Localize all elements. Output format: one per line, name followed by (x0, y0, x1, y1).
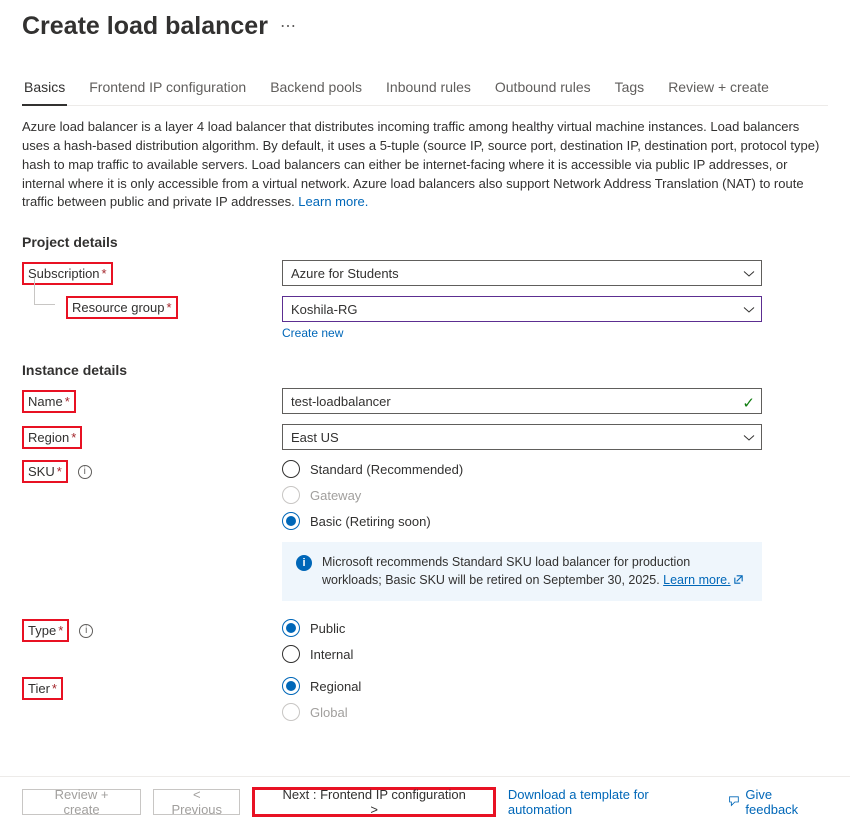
subscription-value: Azure for Students (291, 266, 399, 281)
sku-option-basic[interactable]: Basic (Retiring soon) (282, 512, 762, 530)
radio-icon (282, 512, 300, 530)
name-value: test-loadbalancer (291, 394, 391, 409)
region-select[interactable]: East US (282, 424, 762, 450)
info-icon[interactable]: i (78, 465, 92, 479)
chevron-down-icon (743, 432, 755, 447)
review-create-button[interactable]: Review + create (22, 789, 141, 815)
more-icon[interactable]: ⋯ (280, 16, 297, 42)
info-icon[interactable]: i (79, 624, 93, 638)
type-radio-group: Public Internal (282, 619, 762, 663)
sku-info-panel: i Microsoft recommends Standard SKU load… (282, 542, 762, 601)
label-name-text: Name (28, 394, 63, 409)
resource-group-select[interactable]: Koshila-RG (282, 296, 762, 322)
give-feedback-link[interactable]: Give feedback (727, 787, 828, 817)
label-resource-group: Resource group* (66, 296, 178, 319)
label-region-text: Region (28, 430, 69, 445)
tab-backend-pools[interactable]: Backend pools (268, 73, 364, 105)
region-value: East US (291, 430, 339, 445)
type-option-internal-label: Internal (310, 647, 353, 662)
sku-radio-group: Standard (Recommended) Gateway Basic (Re… (282, 460, 762, 530)
label-resource-group-text: Resource group (72, 300, 165, 315)
radio-icon (282, 619, 300, 637)
download-template-link[interactable]: Download a template for automation (508, 787, 716, 817)
sku-option-standard[interactable]: Standard (Recommended) (282, 460, 762, 478)
tier-option-regional-label: Regional (310, 679, 361, 694)
sku-info-learn-more-link[interactable]: Learn more. (663, 573, 743, 587)
label-sku-text: SKU (28, 464, 55, 479)
external-link-icon (733, 574, 744, 585)
wizard-footer: Review + create < Previous Next : Fronte… (0, 776, 850, 829)
label-type-text: Type (28, 623, 56, 638)
tier-radio-group: Regional Global (282, 677, 762, 721)
tab-basics[interactable]: Basics (22, 73, 67, 105)
previous-button[interactable]: < Previous (153, 789, 240, 815)
tab-review-create[interactable]: Review + create (666, 73, 771, 105)
radio-icon (282, 677, 300, 695)
next-button[interactable]: Next : Frontend IP configuration > (252, 787, 495, 817)
check-icon: ✓ (742, 394, 755, 412)
name-input[interactable]: test-loadbalancer ✓ (282, 388, 762, 414)
tab-outbound-rules[interactable]: Outbound rules (493, 73, 593, 105)
label-sku: SKU* (22, 460, 68, 483)
label-region: Region* (22, 426, 82, 449)
sku-option-gateway: Gateway (282, 486, 762, 504)
label-name: Name* (22, 390, 76, 413)
sku-option-gateway-label: Gateway (310, 488, 361, 503)
intro-learn-more-link[interactable]: Learn more. (298, 194, 368, 209)
type-option-internal[interactable]: Internal (282, 645, 762, 663)
type-option-public-label: Public (310, 621, 345, 636)
chevron-down-icon (743, 268, 755, 283)
tier-option-global: Global (282, 703, 762, 721)
radio-icon (282, 703, 300, 721)
create-new-rg-link[interactable]: Create new (282, 326, 343, 340)
tab-inbound-rules[interactable]: Inbound rules (384, 73, 473, 105)
type-option-public[interactable]: Public (282, 619, 762, 637)
sku-option-standard-label: Standard (Recommended) (310, 462, 463, 477)
feedback-icon (727, 795, 741, 809)
intro-text: Azure load balancer is a layer 4 load ba… (22, 118, 828, 212)
sku-info-text: Microsoft recommends Standard SKU load b… (322, 555, 690, 587)
chevron-down-icon (743, 304, 755, 319)
radio-icon (282, 645, 300, 663)
tab-tags[interactable]: Tags (613, 73, 647, 105)
radio-icon (282, 486, 300, 504)
label-tier-text: Tier (28, 681, 50, 696)
section-project-details: Project details (22, 234, 828, 250)
feedback-label: Give feedback (745, 787, 828, 817)
tier-option-regional[interactable]: Regional (282, 677, 762, 695)
intro-body: Azure load balancer is a layer 4 load ba… (22, 119, 819, 209)
wizard-tabs: Basics Frontend IP configuration Backend… (22, 73, 828, 106)
label-type: Type* (22, 619, 69, 642)
label-tier: Tier* (22, 677, 63, 700)
sku-option-basic-label: Basic (Retiring soon) (310, 514, 431, 529)
page-title: Create load balancer (22, 12, 268, 45)
tier-option-global-label: Global (310, 705, 348, 720)
resource-group-value: Koshila-RG (291, 302, 357, 317)
subscription-select[interactable]: Azure for Students (282, 260, 762, 286)
tab-frontend-ip[interactable]: Frontend IP configuration (87, 73, 248, 105)
info-icon: i (296, 555, 312, 571)
section-instance-details: Instance details (22, 362, 828, 378)
radio-icon (282, 460, 300, 478)
